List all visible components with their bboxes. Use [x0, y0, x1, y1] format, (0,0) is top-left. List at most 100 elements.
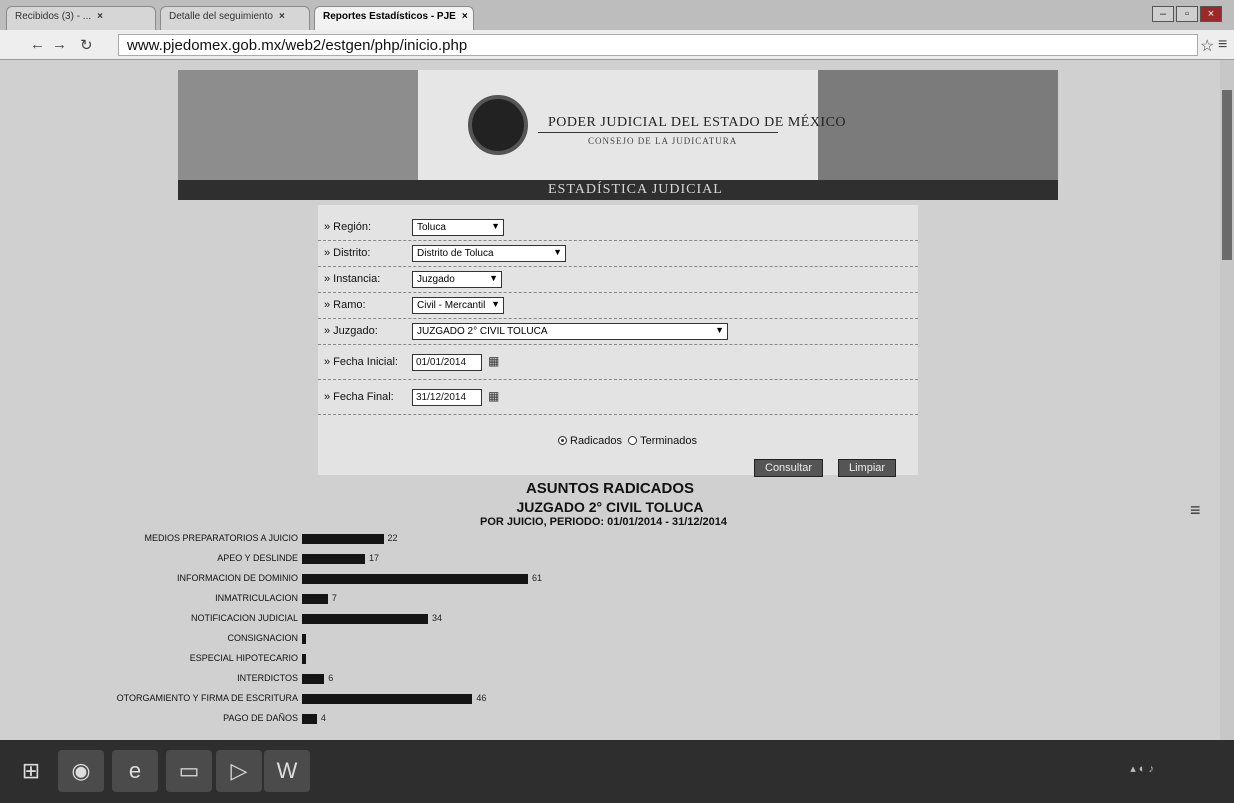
data-label: 6 — [328, 673, 334, 683]
calendar-icon[interactable]: ▦ — [488, 389, 499, 403]
institution-seal-icon — [468, 95, 528, 155]
fecha-inicial-input[interactable]: 01/01/2014 — [412, 354, 482, 371]
bar-row: INMATRICULACION 7 — [0, 592, 1220, 606]
chart-menu-icon[interactable]: ≡ — [1190, 500, 1201, 521]
ramo-select[interactable]: Civil - Mercantil ▼ — [412, 297, 504, 314]
bar[interactable] — [302, 614, 428, 624]
data-label: 17 — [368, 553, 379, 563]
scrollbar-thumb[interactable] — [1222, 90, 1232, 260]
bar[interactable] — [302, 574, 528, 584]
data-label: 61 — [532, 573, 543, 583]
tab-label: Recibidos (3) - ... — [15, 11, 92, 22]
calendar-icon[interactable]: ▦ — [488, 354, 499, 368]
category-label: INFORMACION DE DOMINIO — [177, 573, 298, 583]
bar[interactable] — [302, 534, 384, 544]
category-label: APEO Y DESLINDE — [217, 553, 298, 563]
data-label: 46 — [476, 693, 487, 703]
os-taskbar: ⊞ ◉ e ▭ ▷ W ▴ ◐ ♪ — [0, 740, 1234, 803]
back-icon[interactable]: ← — [30, 36, 45, 53]
distrito-select[interactable]: Distrito de Toluca ▼ — [412, 245, 566, 262]
ramo-value: Civil - Mercantil — [417, 300, 486, 311]
bar-row: NOTIFICACION JUDICIAL 34 — [0, 612, 1220, 626]
data-label: 22 — [387, 533, 398, 543]
minimize-button[interactable]: – — [1152, 6, 1174, 22]
fecha-final-input[interactable]: 31/12/2014 — [412, 389, 482, 406]
limpiar-button[interactable]: Limpiar — [838, 459, 897, 477]
juzgado-value: JUZGADO 2° CIVIL TOLUCA — [417, 326, 548, 337]
vertical-scrollbar[interactable] — [1220, 60, 1234, 740]
tab-reportes[interactable]: Reportes Estadísticos - PJE × — [314, 6, 474, 30]
bar-row: ESPECIAL HIPOTECARIO — [0, 652, 1220, 666]
browser-tabstrip: Recibidos (3) - ... × Detalle del seguimi… — [0, 0, 1234, 30]
bar-row: CONSIGNACION — [0, 632, 1220, 646]
terminados-radio[interactable] — [628, 436, 638, 445]
consultar-button[interactable]: Consultar — [754, 459, 824, 477]
tab-recibidos[interactable]: Recibidos (3) - ... × — [6, 6, 156, 30]
close-icon[interactable]: × — [97, 11, 103, 22]
address-bar: ← → ↻ www.pjedomex.gob.mx/web2/estgen/ph… — [0, 30, 1234, 60]
chevron-down-icon: ▼ — [491, 299, 500, 309]
tab-label: Reportes Estadísticos - PJE — [323, 11, 456, 22]
bar-row: OTORGAMIENTO Y FIRMA DE ESCRITURA 46 — [0, 692, 1220, 706]
juzgado-label: » Juzgado: — [324, 325, 378, 337]
internet-explorer-icon[interactable]: e — [112, 750, 158, 792]
report-title: ASUNTOS RADICADOS — [525, 480, 695, 497]
category-label: ESPECIAL HIPOTECARIO — [189, 653, 298, 663]
browser-menu-icon[interactable]: ≡ — [1218, 36, 1227, 54]
bar[interactable] — [302, 694, 473, 704]
report-period: POR JUICIO, PERIODO: 01/01/2014 - 31/12/… — [480, 516, 728, 528]
fecha-final-label: » Fecha Final: — [324, 391, 394, 403]
region-select[interactable]: Toluca ▼ — [412, 219, 504, 236]
form-row-instancia: » Instancia: Juzgado ▼ — [318, 267, 918, 293]
instancia-label: » Instancia: — [324, 273, 381, 285]
category-label: MEDIOS PREPARATORIOS A JUICIO — [144, 533, 298, 543]
category-label: INTERDICTOS — [237, 673, 298, 683]
bar[interactable] — [302, 674, 325, 684]
radicados-radio[interactable] — [558, 436, 567, 445]
chrome-icon[interactable]: ◉ — [58, 750, 104, 792]
maximize-button[interactable]: ▫ — [1176, 6, 1198, 22]
tab-detalle[interactable]: Detalle del seguimiento × — [160, 6, 310, 30]
bar-row: PAGO DE DAÑOS 4 — [0, 712, 1220, 726]
bar[interactable] — [302, 554, 365, 564]
category-label: OTORGAMIENTO Y FIRMA DE ESCRITURA — [116, 693, 298, 703]
horizontal-bar-chart: MEDIOS PREPARATORIOS A JUICIO 22 APEO Y DE… — [0, 528, 1220, 740]
close-icon[interactable]: × — [279, 11, 285, 22]
distrito-label: » Distrito: — [324, 247, 371, 259]
distrito-value: Distrito de Toluca — [417, 248, 494, 259]
chevron-down-icon: ▼ — [489, 273, 498, 283]
word-icon[interactable]: W — [264, 750, 310, 792]
banner-divider — [538, 132, 778, 133]
forward-icon[interactable]: → — [52, 36, 67, 53]
bar[interactable] — [302, 654, 306, 664]
region-label: » Región: — [324, 221, 372, 233]
bar-row: INFORMACION DE DOMINIO 61 — [0, 572, 1220, 586]
bar-row: APEO Y DESLINDE 17 — [0, 552, 1220, 566]
url-input[interactable]: www.pjedomex.gob.mx/web2/estgen/php/inic… — [118, 34, 1198, 56]
close-window-button[interactable]: × — [1200, 6, 1222, 22]
fecha-inicial-label: » Fecha Inicial: — [324, 356, 398, 368]
juzgado-select[interactable]: JUZGADO 2° CIVIL TOLUCA ▼ — [412, 323, 728, 340]
reload-icon[interactable]: ↻ — [80, 36, 93, 54]
chevron-down-icon: ▼ — [491, 221, 500, 231]
close-icon[interactable]: × — [462, 11, 468, 22]
windows-start-icon[interactable]: ⊞ — [8, 750, 54, 792]
system-tray-icons[interactable]: ▴ ◐ ♪ — [1130, 762, 1154, 775]
instancia-select[interactable]: Juzgado ▼ — [412, 271, 502, 288]
category-label: NOTIFICACION JUDICIAL — [190, 613, 298, 623]
page-viewport: PODER JUDICIAL DEL ESTADO DE MÉXICO CONS… — [0, 60, 1220, 740]
bar[interactable] — [302, 714, 317, 724]
tipo-radio-group: Radicados Terminados — [558, 435, 697, 447]
bar[interactable] — [302, 634, 306, 644]
report-header: ASUNTOS RADICADOS JUZGADO 2° CIVIL TOLUC… — [0, 480, 1220, 515]
chevron-down-icon: ▼ — [715, 325, 724, 335]
bookmark-star-icon[interactable]: ☆ — [1200, 36, 1214, 56]
media-player-icon[interactable]: ▷ — [216, 750, 262, 792]
data-label: 4 — [320, 713, 326, 723]
file-explorer-icon[interactable]: ▭ — [166, 750, 212, 792]
bar[interactable] — [302, 594, 328, 604]
radicados-label: Radicados — [570, 435, 622, 447]
form-row-distrito: » Distrito: Distrito de Toluca ▼ — [318, 241, 918, 267]
tab-label: Detalle del seguimiento — [169, 11, 273, 22]
banner-section-bar: ESTADÍSTICA JUDICIAL — [178, 180, 1058, 200]
